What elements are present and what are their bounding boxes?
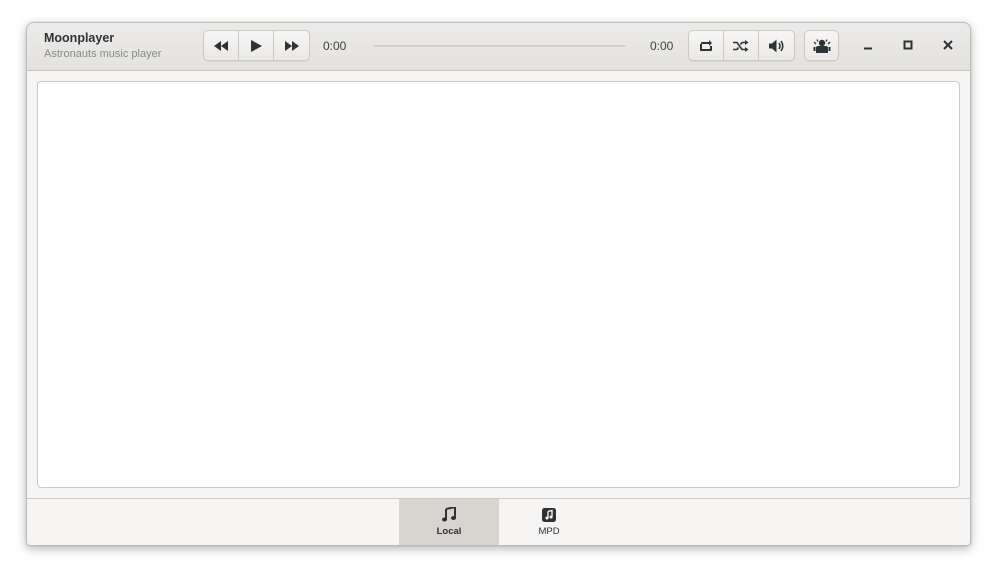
seek-bar[interactable]: [373, 45, 626, 47]
total-time: 0:00: [650, 39, 674, 53]
tab-local[interactable]: Local: [399, 499, 499, 545]
app-window: Moonplayer Astronauts music player 0:00: [26, 22, 971, 546]
shuffle-button[interactable]: [724, 31, 759, 60]
view-switcher: Local MPD: [399, 499, 599, 545]
playback-controls: [203, 30, 310, 61]
header-bar: Moonplayer Astronauts music player 0:00: [27, 23, 970, 71]
fast-forward-icon: [284, 40, 299, 51]
tab-local-label: Local: [436, 526, 462, 537]
maximize-icon: [903, 40, 913, 50]
volume-button[interactable]: [759, 31, 794, 60]
play-icon: [250, 39, 262, 52]
volume-icon: [768, 39, 783, 52]
view-switcher-bar: Local MPD: [27, 498, 970, 545]
next-button[interactable]: [274, 31, 309, 60]
app-menu-button[interactable]: [805, 31, 838, 60]
mode-controls: [688, 30, 795, 61]
elapsed-time: 0:00: [323, 39, 347, 53]
music-note-icon: [442, 507, 456, 522]
app-subtitle: Astronauts music player: [44, 48, 162, 60]
close-icon: [943, 40, 953, 50]
repeat-button[interactable]: [689, 31, 724, 60]
title-block: Moonplayer Astronauts music player: [44, 31, 161, 62]
app-title: Moonplayer: [44, 31, 115, 45]
shuffle-icon: [733, 39, 749, 52]
tab-mpd[interactable]: MPD: [499, 499, 599, 545]
minimize-icon: [864, 47, 872, 50]
music-file-icon: [542, 507, 556, 522]
rewind-icon: [214, 40, 228, 51]
repeat-icon: [700, 39, 712, 51]
app-menu-group: [804, 30, 839, 61]
close-button[interactable]: [938, 35, 958, 55]
maximize-button[interactable]: [898, 35, 918, 55]
tab-mpd-label: MPD: [538, 525, 560, 537]
astronaut-menu-icon: [813, 38, 830, 53]
previous-button[interactable]: [204, 31, 239, 60]
minimize-button[interactable]: [858, 35, 878, 55]
library-view[interactable]: [37, 81, 960, 488]
play-button[interactable]: [239, 31, 274, 60]
